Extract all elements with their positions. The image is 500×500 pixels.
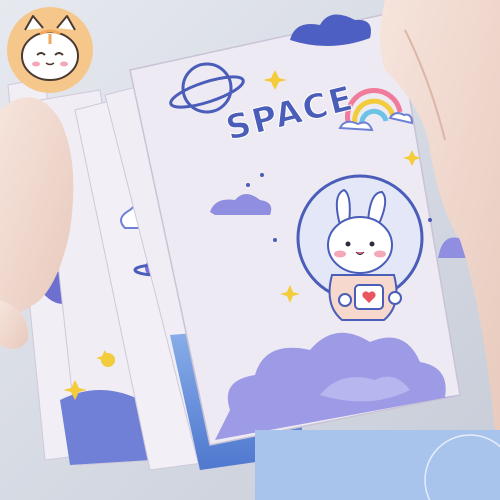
cat-face-icon bbox=[7, 7, 93, 93]
bottom-blue-panel bbox=[255, 430, 500, 500]
photo-scene bbox=[0, 0, 500, 500]
